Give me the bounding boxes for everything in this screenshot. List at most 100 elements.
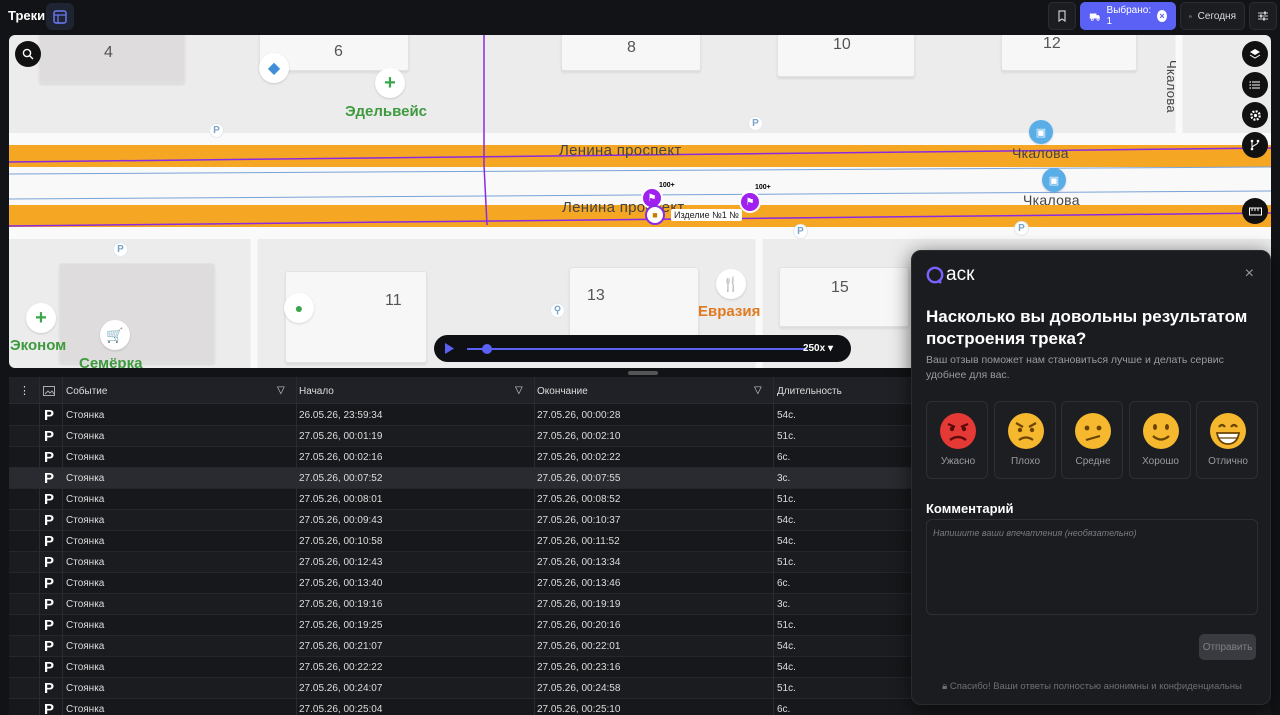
street-label-chkalova-lower: Чкалова [1023, 192, 1080, 208]
filter-end-icon[interactable]: ▽ [754, 385, 762, 396]
cell-end: 27.05.26, 00:11:52 [537, 536, 620, 547]
lock-icon: 🔒︎ [942, 681, 948, 692]
play-icon[interactable] [444, 343, 454, 354]
column-header-end[interactable]: Окончание [537, 386, 588, 397]
track-player: 250x ▾ [434, 335, 851, 362]
column-header-start[interactable]: Начало [299, 386, 334, 397]
filter-start-icon[interactable]: ▽ [515, 385, 523, 396]
cell-end: 27.05.26, 00:00:28 [537, 410, 621, 421]
cell-end: 27.05.26, 00:24:58 [537, 683, 621, 694]
parking-event-icon: P [44, 575, 55, 592]
cell-end: 27.05.26, 00:08:52 [537, 494, 621, 505]
table-view-button[interactable] [46, 3, 74, 30]
cell-start: 27.05.26, 00:24:07 [299, 683, 383, 694]
rating-option[interactable]: Хорошо [1128, 401, 1191, 479]
cart-poi-icon[interactable]: 🛒 [100, 320, 130, 350]
cell-event: Стоянка [66, 683, 105, 694]
annoyed-face-icon [1007, 413, 1044, 449]
street-label-chkalova-vertical: Чкалова [1164, 60, 1179, 113]
bus-stop-icon[interactable]: ▣ [1029, 120, 1053, 144]
poi-label-edelweiss: Эдельвейс [345, 103, 428, 120]
rating-label: Средне [1075, 456, 1111, 467]
column-divider [534, 377, 535, 715]
playback-slider-handle[interactable] [482, 344, 493, 354]
bookmark-button[interactable] [1048, 2, 1076, 30]
vehicle-marker[interactable]: ■ [645, 205, 665, 225]
cell-start: 27.05.26, 00:19:16 [299, 599, 383, 610]
cell-event: Стоянка [66, 578, 105, 589]
street-label-chkalova-upper: Чкалова [1012, 145, 1069, 161]
parking-event-icon: P [44, 617, 55, 634]
map-list-button[interactable] [1242, 72, 1268, 98]
pharmacy-poi-icon[interactable]: + [375, 68, 405, 98]
confused-face-icon [1075, 413, 1111, 449]
rating-option[interactable]: Плохо [993, 401, 1056, 479]
brand-logo: аск [926, 264, 974, 286]
cell-event: Стоянка [66, 515, 105, 526]
cell-duration: 54с. [777, 410, 796, 421]
clear-selection-icon[interactable]: × [1157, 10, 1167, 22]
playback-speed-select[interactable]: 250x ▾ [803, 343, 833, 354]
submit-button[interactable]: Отправить [1199, 634, 1256, 660]
tram-stop-icon[interactable]: ▣ [1042, 168, 1066, 192]
cell-event: Стоянка [66, 704, 105, 715]
vehicle-label: Изделие №1 № [671, 209, 742, 221]
map-search-button[interactable] [15, 41, 41, 67]
date-range-button[interactable]: Сегодня [1180, 2, 1245, 30]
column-header-event[interactable]: Событие [66, 386, 107, 397]
selected-vehicles-button[interactable]: Выбрано: 1 × [1080, 2, 1176, 30]
cell-event: Стоянка [66, 641, 105, 652]
rating-label: Плохо [1010, 456, 1041, 467]
pharmacy-poi-icon[interactable]: + [26, 303, 56, 333]
diamond-poi-icon[interactable]: ◆ [259, 53, 289, 83]
cell-start: 27.05.26, 00:21:07 [299, 641, 383, 652]
column-header-duration[interactable]: Длительность [777, 386, 842, 397]
parking-event-icon: P [44, 512, 55, 529]
cell-event: Стоянка [66, 620, 105, 631]
cell-start: 27.05.26, 00:08:01 [299, 494, 383, 505]
sliders-icon [1258, 11, 1268, 21]
rating-option[interactable]: Средне [1061, 401, 1123, 479]
cell-event: Стоянка [66, 431, 105, 442]
truck-icon [1089, 13, 1100, 21]
cell-start: 27.05.26, 00:01:19 [299, 431, 383, 442]
cell-end: 27.05.26, 00:22:01 [537, 641, 621, 652]
cell-end: 27.05.26, 00:02:10 [537, 431, 621, 442]
ruler-icon [1248, 207, 1262, 215]
parking-icon: P [209, 123, 224, 138]
column-divider [296, 377, 297, 715]
track-event-marker[interactable]: ⚑ [739, 191, 761, 213]
dialog-title: Насколько вы довольны результатом постро… [926, 307, 1248, 348]
rating-option[interactable]: Отлично [1196, 401, 1258, 479]
cell-event: Стоянка [66, 452, 105, 463]
playback-slider-track[interactable] [467, 348, 807, 350]
restaurant-poi-icon[interactable]: 🍴 [716, 269, 746, 299]
map-settings-button[interactable] [1242, 102, 1268, 128]
cell-start: 27.05.26, 00:22:22 [299, 662, 383, 673]
resize-handle[interactable] [628, 371, 658, 375]
bike-icon: ⚲ [550, 303, 565, 318]
cell-start: 27.05.26, 00:12:43 [299, 557, 383, 568]
comment-label: Комментарий [926, 501, 1014, 516]
rating-option[interactable]: Ужасно [926, 401, 988, 479]
map-layers-button[interactable] [1242, 41, 1268, 67]
cell-duration: 54с. [777, 662, 796, 673]
gear-icon [1249, 109, 1261, 121]
basket-poi-icon[interactable]: ● [284, 293, 314, 323]
column-menu-icon[interactable]: ⋮ [19, 384, 30, 397]
parking-event-icon: P [44, 449, 55, 466]
street-label-lenina-upper: Ленина проспект [559, 142, 682, 159]
comment-field[interactable] [926, 519, 1258, 615]
filter-event-icon[interactable]: ▽ [277, 385, 285, 396]
column-divider [773, 377, 774, 715]
close-icon[interactable]: × [1245, 265, 1254, 283]
cell-duration: 51с. [777, 620, 796, 631]
cell-duration: 51с. [777, 494, 796, 505]
building-block [59, 263, 215, 363]
cell-event: Стоянка [66, 557, 105, 568]
map-ruler-button[interactable] [1242, 198, 1268, 224]
map-route-button[interactable] [1242, 132, 1268, 158]
parking-icon: P [1014, 221, 1029, 236]
building-block [779, 267, 909, 327]
filters-button[interactable] [1249, 2, 1277, 30]
